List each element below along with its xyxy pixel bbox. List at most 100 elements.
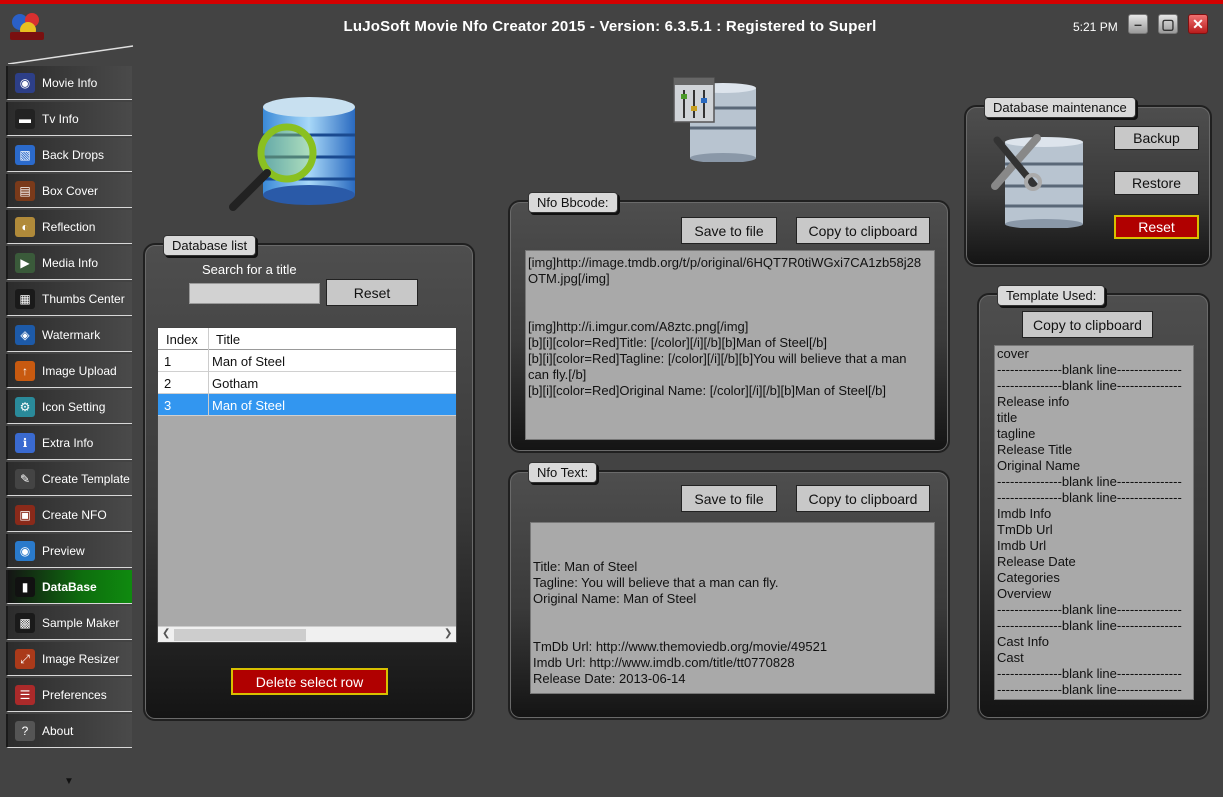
delete-row-button[interactable]: Delete select row bbox=[231, 668, 388, 695]
sidebar-item-thumbs-center[interactable]: ▦ Thumbs Center bbox=[6, 282, 132, 316]
sidebar-item-label: Preferences bbox=[42, 688, 107, 702]
column-separator bbox=[208, 350, 209, 372]
backdrop-icon: ▧ bbox=[15, 145, 35, 165]
table-row[interactable]: 3 Man of Steel bbox=[158, 394, 456, 416]
close-icon[interactable]: ✕ bbox=[1188, 14, 1208, 34]
sidebar-item-label: Reflection bbox=[42, 220, 96, 234]
text-line: Release Title bbox=[997, 442, 1073, 457]
search-reset-button[interactable]: Reset bbox=[326, 279, 418, 306]
database-grid[interactable]: Index Title 1 Man of Steel 2 Gotham 3 Man of … bbox=[157, 327, 457, 643]
sidebar-item-label: Tv Info bbox=[42, 112, 79, 126]
text-line: Categories bbox=[997, 570, 1060, 585]
text-line bbox=[533, 527, 932, 543]
db-maintenance-tab: Database maintenance bbox=[984, 97, 1136, 118]
text-line bbox=[533, 623, 932, 639]
scroll-left-icon[interactable]: ❮ bbox=[162, 628, 170, 639]
sidebar-item-extra-info[interactable]: ℹ Extra Info bbox=[6, 426, 132, 460]
sidebar-item-icon-setting[interactable]: ⚙ Icon Setting bbox=[6, 390, 132, 424]
template-textarea[interactable]: cover ---------------blank line----------… bbox=[994, 345, 1194, 700]
database-search-icon bbox=[229, 97, 355, 211]
text-line: Release Date bbox=[997, 554, 1076, 569]
bbcode-save-button[interactable]: Save to file bbox=[681, 217, 777, 244]
sidebar-item-image-resizer[interactable]: ⤢ Image Resizer bbox=[6, 642, 132, 676]
text-line: Release Date: 2013-06-14 bbox=[533, 671, 686, 686]
maximize-icon[interactable]: ▢ bbox=[1158, 14, 1178, 34]
horizontal-scrollbar[interactable]: ❮ ❯ bbox=[158, 626, 456, 642]
clock: 5:21 PM bbox=[1073, 20, 1118, 34]
sidebar-item-box-cover[interactable]: ▤ Box Cover bbox=[6, 174, 132, 208]
sidebar-item-label: Thumbs Center bbox=[42, 292, 125, 306]
sidebar-item-sample-maker[interactable]: ▩ Sample Maker bbox=[6, 606, 132, 640]
sidebar-item-back-drops[interactable]: ▧ Back Drops bbox=[6, 138, 132, 172]
sidebar-item-tv-info[interactable]: ▬ Tv Info bbox=[6, 102, 132, 136]
sidebar-item-label: Back Drops bbox=[42, 148, 105, 162]
search-input[interactable] bbox=[189, 283, 320, 304]
maintenance-reset-button[interactable]: Reset bbox=[1114, 215, 1199, 239]
database-icon: ▮ bbox=[15, 577, 35, 597]
box-cover-icon: ▤ bbox=[15, 181, 35, 201]
tv-icon: ▬ bbox=[15, 109, 35, 129]
sidebar: ◉ Movie Info ▬ Tv Info ▧ Back Drops ▤ Box Cover… bbox=[0, 44, 135, 797]
sidebar-item-label: Extra Info bbox=[42, 436, 94, 450]
bbcode-copy-button[interactable]: Copy to clipboard bbox=[796, 217, 930, 244]
sidebar-item-movie-info[interactable]: ◉ Movie Info bbox=[6, 66, 132, 100]
resize-icon: ⤢ bbox=[15, 649, 35, 669]
text-line: ---------------blank line--------------- bbox=[997, 666, 1182, 681]
minimize-icon[interactable]: – bbox=[1128, 14, 1148, 34]
restore-button[interactable]: Restore bbox=[1114, 171, 1199, 195]
text-line: ---------------blank line--------------- bbox=[997, 682, 1182, 697]
cell-index: 3 bbox=[164, 398, 172, 413]
sidebar-more-arrow-icon[interactable]: ▼ bbox=[64, 776, 74, 787]
column-header-title[interactable]: Title bbox=[216, 332, 240, 347]
text-line: Original Name: Man of Steel bbox=[533, 591, 697, 606]
text-line: OTM.jpg[/img] bbox=[528, 271, 610, 286]
sidebar-item-media-info[interactable]: ▶ Media Info bbox=[6, 246, 132, 280]
extra-info-icon: ℹ bbox=[15, 433, 35, 453]
text-line: Release info bbox=[997, 394, 1070, 409]
nfo-text-textarea[interactable]: Title: Man of Steel Tagline: You will bel… bbox=[530, 522, 935, 694]
column-separator bbox=[208, 372, 209, 394]
sidebar-item-reflection[interactable]: ◐ Reflection bbox=[6, 210, 132, 244]
sidebar-item-label: DataBase bbox=[42, 580, 97, 594]
scroll-right-icon[interactable]: ❯ bbox=[444, 628, 452, 639]
text-line: ---------------blank line--------------- bbox=[997, 378, 1182, 393]
sidebar-item-label: Image Resizer bbox=[42, 652, 120, 666]
sidebar-item-watermark[interactable]: ◈ Watermark bbox=[6, 318, 132, 352]
text-line bbox=[528, 303, 932, 319]
watermark-icon: ◈ bbox=[15, 325, 35, 345]
sidebar-divider bbox=[8, 45, 134, 64]
sidebar-item-preferences[interactable]: ☰ Preferences bbox=[6, 678, 132, 712]
table-row[interactable]: 2 Gotham bbox=[158, 372, 456, 394]
sidebar-item-about[interactable]: ? About bbox=[6, 714, 132, 748]
text-line: ---------------blank line--------------- bbox=[997, 474, 1182, 489]
text-line: TmDb Url bbox=[997, 522, 1053, 537]
nfo-text-save-button[interactable]: Save to file bbox=[681, 485, 777, 512]
text-line: Title: Man of Steel bbox=[533, 559, 638, 574]
sidebar-item-image-upload[interactable]: ↑ Image Upload bbox=[6, 354, 132, 388]
text-line: Cast Info bbox=[997, 634, 1050, 649]
sidebar-item-label: Preview bbox=[42, 544, 85, 558]
backup-button[interactable]: Backup bbox=[1114, 126, 1199, 150]
column-separator bbox=[208, 328, 209, 350]
nfo-text-copy-button[interactable]: Copy to clipboard bbox=[796, 485, 930, 512]
text-line: Imdb Url: http://www.imdb.com/title/tt07… bbox=[533, 655, 795, 670]
sidebar-item-database[interactable]: ▮ DataBase bbox=[6, 570, 132, 604]
bbcode-textarea[interactable]: [img]http://image.tmdb.org/t/p/original/… bbox=[525, 250, 935, 440]
clapper-icon: ▩ bbox=[15, 613, 35, 633]
sidebar-item-preview[interactable]: ◉ Preview bbox=[6, 534, 132, 568]
template-copy-button[interactable]: Copy to clipboard bbox=[1022, 311, 1153, 338]
sidebar-item-label: About bbox=[42, 724, 74, 738]
text-line: ---------------blank line--------------- bbox=[997, 490, 1182, 505]
text-line: Imdb Url bbox=[997, 538, 1047, 553]
scrollbar-thumb[interactable] bbox=[174, 629, 306, 641]
column-header-index[interactable]: Index bbox=[166, 332, 198, 347]
sidebar-item-label: Watermark bbox=[42, 328, 101, 342]
sidebar-item-create-template[interactable]: ✎ Create Template bbox=[6, 462, 132, 496]
text-line: ---------------blank line--------------- bbox=[997, 618, 1182, 633]
search-label: Search for a title bbox=[202, 262, 297, 277]
table-row[interactable]: 1 Man of Steel bbox=[158, 350, 456, 372]
database-settings-icon bbox=[673, 77, 756, 162]
sidebar-item-label: Icon Setting bbox=[42, 400, 106, 414]
sidebar-item-create-nfo[interactable]: ▣ Create NFO bbox=[6, 498, 132, 532]
about-icon: ? bbox=[15, 721, 35, 741]
